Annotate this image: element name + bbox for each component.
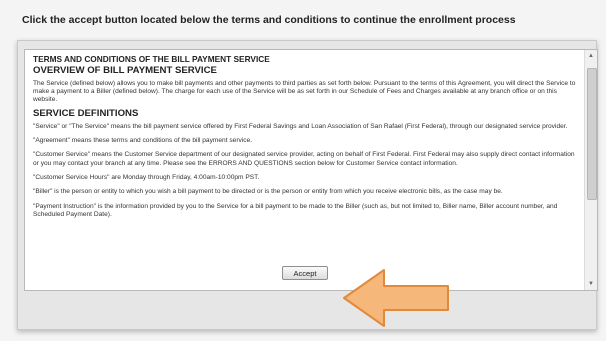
definition-payment-instruction: "Payment Instruction" is the information… [33,202,558,218]
terms-scroll-area[interactable]: TERMS AND CONDITIONS OF THE BILL PAYMENT… [24,49,598,291]
enrollment-dialog: Click the accept button located below th… [0,0,606,341]
definition-customer-service: "Customer Service" means the Customer Se… [33,151,575,167]
terms-content: TERMS AND CONDITIONS OF THE BILL PAYMENT… [33,53,581,225]
terms-document-title: TERMS AND CONDITIONS OF THE BILL PAYMENT… [33,54,270,64]
arrow-callout-shape [343,269,449,327]
terms-panel: TERMS AND CONDITIONS OF THE BILL PAYMENT… [17,40,598,330]
scroll-down-arrow-icon[interactable]: ▼ [586,280,596,288]
scroll-up-arrow-icon[interactable]: ▲ [586,52,596,60]
definition-service: "Service" or "The Service" means the bil… [33,122,568,130]
terms-scrollbar[interactable]: ▲ ▼ [584,50,597,290]
overview-heading: OVERVIEW OF BILL PAYMENT SERVICE [33,65,217,77]
left-arrow-icon [343,269,449,327]
definitions-heading: SERVICE DEFINITIONS [33,108,139,120]
accept-button[interactable]: Accept [282,266,328,280]
instruction-text: Click the accept button located below th… [22,14,516,26]
definition-agreement: "Agreement" means these terms and condit… [33,137,253,145]
terms-scrollbar-thumb[interactable] [587,68,597,200]
overview-paragraph: The Service (defined below) allows you t… [33,79,576,104]
definition-customer-service-hours: "Customer Service Hours" are Monday thro… [33,173,260,181]
definition-biller: "Biller" is the person or entity to whic… [33,188,503,196]
